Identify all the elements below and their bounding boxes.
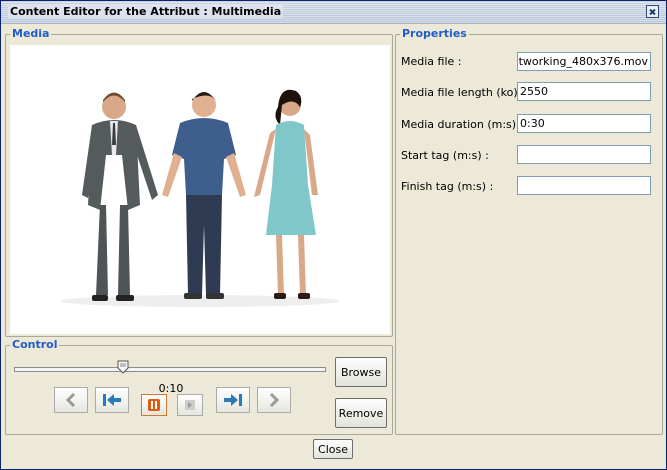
skip-to-end-button[interactable] bbox=[216, 387, 250, 413]
properties-group: Properties Media file : networking_480x3… bbox=[395, 27, 663, 435]
finish-tag-field[interactable] bbox=[517, 176, 651, 195]
skip-forward-icon bbox=[224, 394, 242, 406]
chevron-left-icon bbox=[65, 392, 76, 408]
media-file-length-field[interactable]: 2550 bbox=[517, 82, 651, 101]
start-tag-field[interactable] bbox=[517, 145, 651, 164]
previous-button[interactable] bbox=[54, 387, 88, 413]
pause-button[interactable] bbox=[141, 394, 167, 416]
media-group-title: Media bbox=[10, 27, 52, 40]
title-bar[interactable]: Content Editor for the Attribut : Multim… bbox=[1, 1, 666, 24]
dialog-window: Content Editor for the Attribut : Multim… bbox=[0, 0, 667, 470]
step-button[interactable] bbox=[177, 394, 203, 416]
step-icon bbox=[185, 400, 195, 410]
skip-back-icon bbox=[103, 394, 121, 406]
chevron-right-icon bbox=[269, 392, 280, 408]
person-dress bbox=[254, 89, 318, 299]
finish-tag-label: Finish tag (m:s) : bbox=[401, 180, 494, 193]
video-people-image bbox=[60, 89, 340, 307]
video-frame bbox=[10, 45, 390, 334]
close-button[interactable]: Close bbox=[313, 439, 353, 459]
close-window-icon[interactable] bbox=[646, 5, 659, 18]
person-suit bbox=[82, 92, 158, 301]
media-group: Media bbox=[5, 27, 393, 337]
window-title: Content Editor for the Attribut : Multim… bbox=[8, 5, 284, 18]
control-group: Control 0:10 Browse Remove bbox=[5, 338, 393, 435]
pause-icon bbox=[148, 399, 160, 411]
seek-slider-track[interactable] bbox=[14, 367, 326, 372]
control-group-title: Control bbox=[10, 338, 60, 351]
person-blue-shirt bbox=[162, 92, 246, 299]
seek-slider-thumb[interactable] bbox=[117, 360, 129, 374]
start-tag-label: Start tag (m:s) : bbox=[401, 149, 489, 162]
properties-group-title: Properties bbox=[400, 27, 469, 40]
media-file-label: Media file : bbox=[401, 55, 462, 68]
skip-to-start-button[interactable] bbox=[95, 387, 129, 413]
media-file-field[interactable]: networking_480x376.mov bbox=[517, 52, 651, 71]
media-duration-field[interactable]: 0:30 bbox=[517, 114, 651, 133]
media-file-length-label: Media file length (ko) : bbox=[401, 86, 525, 99]
media-duration-label: Media duration (m:s) : bbox=[401, 118, 524, 131]
remove-button[interactable]: Remove bbox=[335, 398, 387, 428]
browse-button[interactable]: Browse bbox=[335, 357, 387, 387]
next-button[interactable] bbox=[257, 387, 291, 413]
